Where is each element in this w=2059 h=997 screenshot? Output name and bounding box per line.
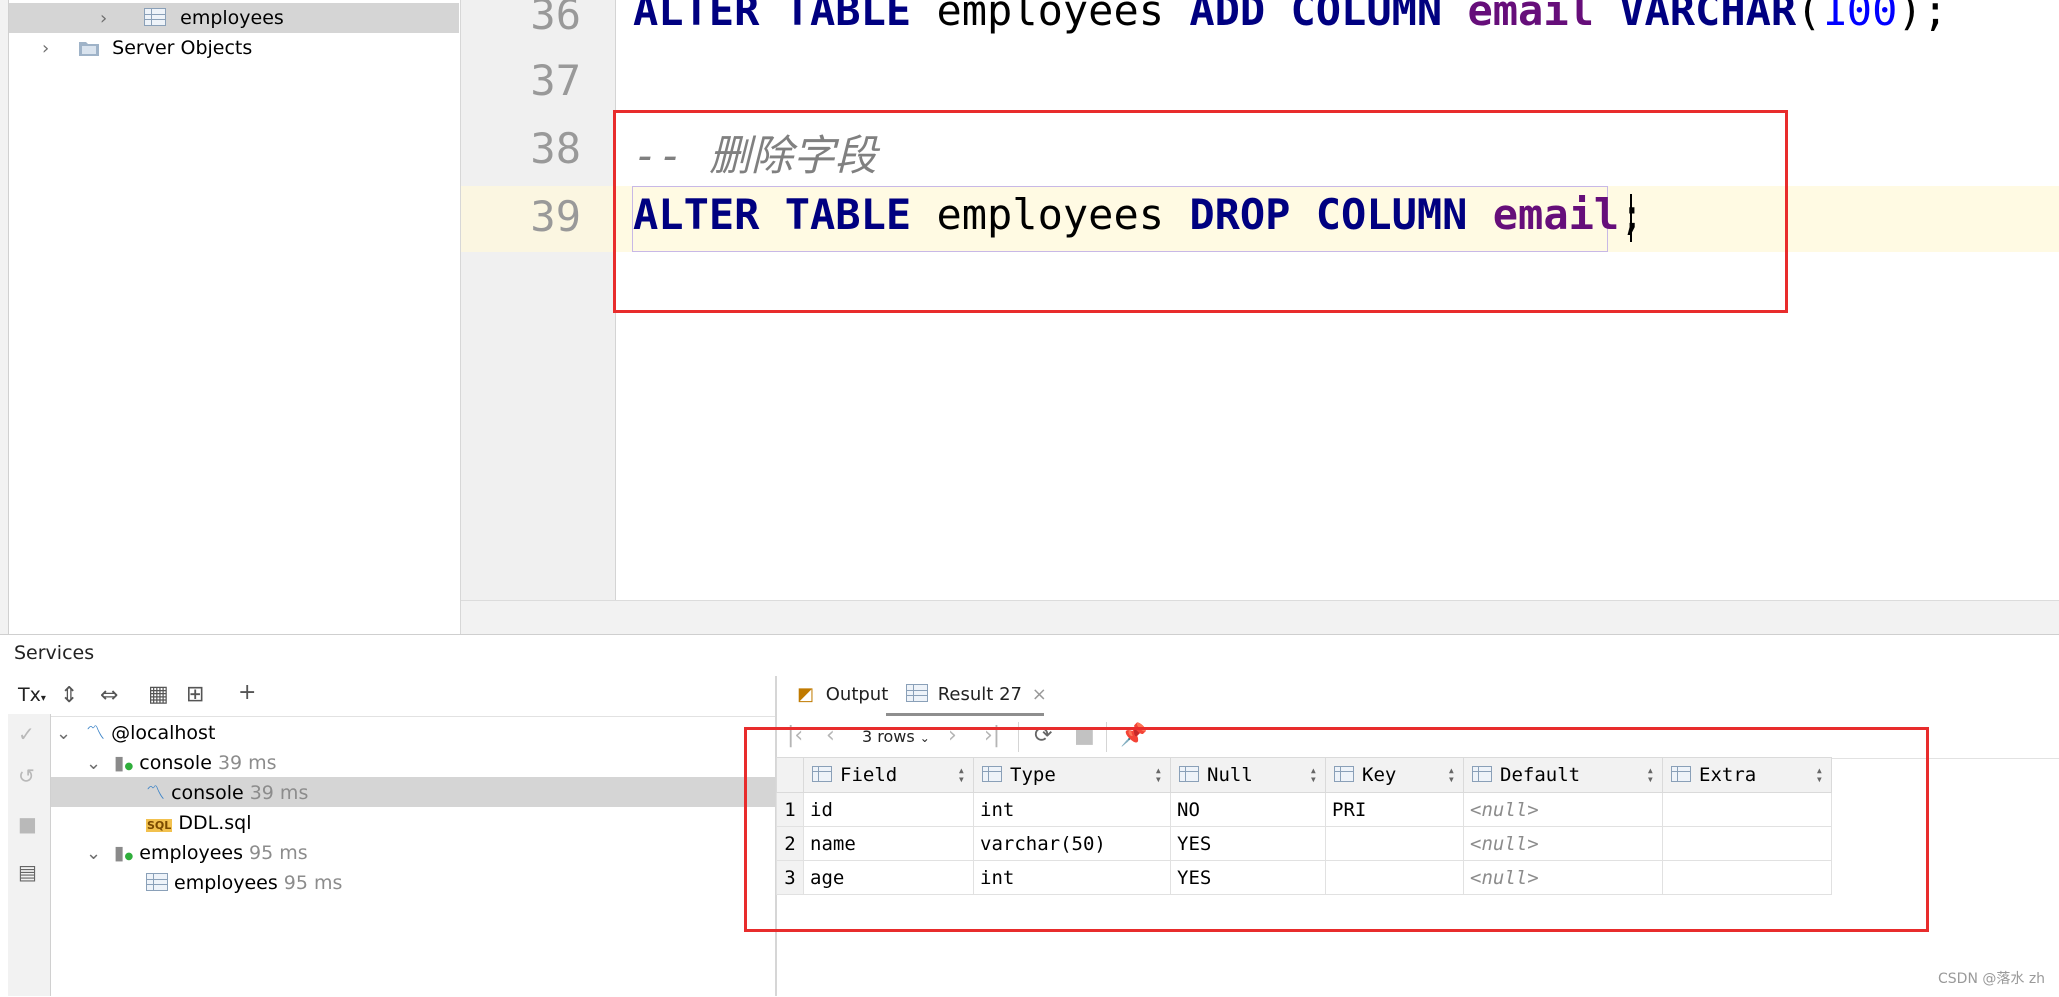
service-label: @localhost <box>111 722 216 744</box>
collapse-all-icon[interactable]: ⇔ <box>100 683 118 708</box>
tree-item-employees[interactable]: › employees <box>100 3 284 33</box>
chevron-right-icon[interactable]: › <box>42 34 56 64</box>
line-number: 39 <box>530 192 581 241</box>
service-label: employees <box>174 872 278 894</box>
duration: 95 ms <box>249 842 308 864</box>
sql-keyword: ALTER TABLE <box>633 0 912 35</box>
services-side-toolbar <box>8 714 51 996</box>
editor-horizontal-scrollbar[interactable] <box>461 600 2059 635</box>
service-label: DDL.sql <box>178 812 252 834</box>
add-service-icon[interactable]: ⊞ <box>186 682 204 707</box>
service-ddl-sql[interactable]: SQL DDL.sql <box>146 808 251 838</box>
line-number: 36 <box>530 0 581 39</box>
duration: 39 ms <box>217 752 277 774</box>
chevron-down-icon[interactable]: ⌄ <box>86 749 101 779</box>
service-employees-table[interactable]: employees 95 ms <box>146 868 342 898</box>
tab-label: Result 27 <box>937 684 1022 705</box>
column-name: email <box>1442 0 1594 35</box>
duration: 95 ms <box>283 872 343 894</box>
line-number: 38 <box>530 124 581 173</box>
service-label: console <box>171 782 244 804</box>
service-employees-session[interactable]: ⌄ ▮● employees 95 ms <box>86 838 308 868</box>
transaction-mode-button[interactable]: Tx▾ <box>18 684 46 706</box>
service-label: console <box>139 752 212 774</box>
sql-file-icon: SQL <box>146 819 173 832</box>
session-icon: ▮● <box>114 752 134 774</box>
sql-type: VARCHAR <box>1593 0 1797 35</box>
tab-output[interactable]: ◩ Output <box>797 684 888 705</box>
tree-item-label: employees <box>180 7 284 29</box>
layout-icon[interactable]: ▤ <box>18 860 37 884</box>
service-localhost[interactable]: ⌄ 〽 @localhost <box>56 718 215 748</box>
tree-item-label: Server Objects <box>112 37 253 59</box>
table-icon <box>146 873 168 891</box>
database-tree-panel <box>0 0 461 634</box>
watermark: CSDN @落水 zh <box>1938 971 2046 987</box>
close-icon[interactable]: × <box>1032 684 1047 705</box>
table-icon <box>906 684 928 702</box>
annotation-box-editor <box>613 110 1788 313</box>
table-icon <box>144 8 167 26</box>
expand-all-icon[interactable]: ⇕ <box>60 683 78 708</box>
code-line-36[interactable]: ALTER TABLE employees ADD COLUMN email V… <box>633 0 1948 35</box>
tree-left-strip <box>0 0 9 634</box>
tab-label: Output <box>825 684 889 705</box>
tab-result-27[interactable]: Result 27 × <box>906 684 1047 705</box>
chevron-down-icon[interactable]: ⌄ <box>56 719 71 749</box>
paren: ); <box>1897 0 1948 35</box>
output-icon: ◩ <box>797 684 815 705</box>
services-title: Services <box>14 642 95 664</box>
service-console-session[interactable]: ⌄ ▮● console 39 ms <box>86 748 277 778</box>
table-name: employees <box>911 0 1190 35</box>
sql-keyword: ADD COLUMN <box>1189 0 1443 35</box>
chevron-down-icon[interactable]: ⌄ <box>86 839 101 869</box>
tx-label: Tx <box>18 684 41 706</box>
stop-icon[interactable]: ■ <box>18 812 37 836</box>
service-console[interactable]: 〽 console 39 ms <box>146 778 308 808</box>
tree-item-server-objects[interactable]: › Server Objects <box>42 33 252 63</box>
mysql-icon: 〽 <box>86 722 106 744</box>
mysql-icon: 〽 <box>146 782 166 804</box>
commit-icon[interactable]: ✓ <box>18 722 35 746</box>
duration: 39 ms <box>249 782 309 804</box>
paren: ( <box>1796 0 1822 35</box>
services-toolbar <box>8 676 775 717</box>
rollback-icon[interactable]: ↺ <box>18 764 35 788</box>
line-number: 37 <box>530 56 581 105</box>
group-by-icon[interactable]: ▦ <box>148 682 169 707</box>
chevron-right-icon[interactable]: › <box>100 4 114 34</box>
add-button[interactable]: + <box>238 680 256 705</box>
session-icon: ▮● <box>114 842 134 864</box>
folder-icon <box>78 36 100 56</box>
active-tab-underline <box>886 713 1044 716</box>
annotation-box-results <box>744 727 1929 932</box>
add-label: + <box>238 680 257 705</box>
number-literal: 100 <box>1821 0 1898 35</box>
service-label: employees <box>139 842 243 864</box>
